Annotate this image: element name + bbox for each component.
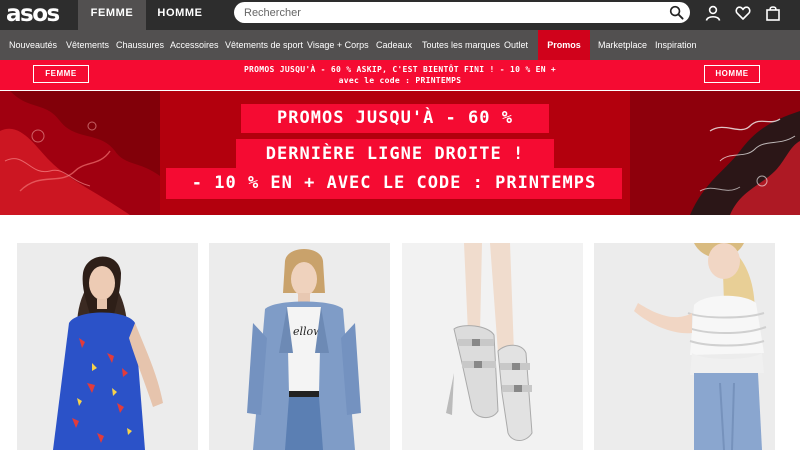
- asos-logo[interactable]: asos: [6, 1, 72, 27]
- nav-item-marketplace[interactable]: Marketplace: [598, 30, 647, 60]
- strip-line-1: PROMOS JUSQU'À - 60 % ASKIP, C'EST BIENT…: [243, 65, 557, 74]
- product-tile-denim-jacket[interactable]: ellow: [209, 243, 390, 450]
- nav-item-toutes-les-marques[interactable]: Toutes les marques: [422, 30, 500, 60]
- hero-pattern-left: [0, 91, 160, 215]
- strip-femme-button[interactable]: FEMME: [33, 65, 89, 83]
- tab-homme[interactable]: HOMME: [146, 0, 214, 30]
- hero-banner[interactable]: PROMOS JUSQU'À - 60 % DERNIÈRE LIGNE DRO…: [0, 91, 800, 215]
- heart-icon[interactable]: [735, 5, 751, 21]
- nav-item-inspiration[interactable]: Inspiration: [655, 30, 697, 60]
- hero-headline-3: - 10 % EN + AVEC LE CODE : PRINTEMPS: [166, 168, 622, 199]
- nav-item-outlet[interactable]: Outlet: [504, 30, 528, 60]
- tab-femme[interactable]: FEMME: [78, 0, 146, 30]
- category-nav: Nouveautés Vêtements Chaussures Accessoi…: [0, 30, 800, 60]
- nav-item-promos[interactable]: Promos: [538, 30, 590, 60]
- top-bar: asos FEMME HOMME: [0, 0, 800, 30]
- strip-homme-button[interactable]: HOMME: [704, 65, 760, 83]
- nav-item-vetements-de-sport[interactable]: Vêtements de sport: [225, 30, 303, 60]
- hero-headline-2: DERNIÈRE LIGNE DROITE !: [236, 139, 554, 169]
- nav-item-chaussures[interactable]: Chaussures: [116, 30, 164, 60]
- strip-line-2: avec le code : PRINTEMPS: [338, 76, 462, 85]
- nav-item-nouveautes[interactable]: Nouveautés: [9, 30, 57, 60]
- bag-icon[interactable]: [765, 5, 781, 21]
- user-icon[interactable]: [705, 5, 721, 21]
- search-icon[interactable]: [669, 5, 684, 20]
- search-input[interactable]: [244, 4, 664, 21]
- nav-item-cadeaux[interactable]: Cadeaux: [376, 30, 412, 60]
- product-tile-silver-heels[interactable]: [402, 243, 583, 450]
- product-image-silver-heels: [402, 243, 583, 450]
- hero-pattern-right: [630, 91, 800, 215]
- hero-headline-1: PROMOS JUSQU'À - 60 %: [241, 104, 549, 133]
- product-image-ruffle-top: [594, 243, 775, 450]
- product-tile-floral-dress[interactable]: [17, 243, 198, 450]
- product-image-denim-jacket: ellow: [209, 243, 390, 450]
- nav-item-vetements[interactable]: Vêtements: [66, 30, 109, 60]
- nav-item-visage-corps[interactable]: Visage + Corps: [307, 30, 369, 60]
- product-tile-ruffle-top[interactable]: [594, 243, 775, 450]
- search-bar: [234, 2, 690, 23]
- strip-message[interactable]: PROMOS JUSQU'À - 60 % ASKIP, C'EST BIENT…: [222, 64, 578, 86]
- promo-strip: FEMME PROMOS JUSQU'À - 60 % ASKIP, C'EST…: [0, 60, 800, 90]
- nav-item-accessoires[interactable]: Accessoires: [170, 30, 219, 60]
- product-image-floral-dress: [17, 243, 198, 450]
